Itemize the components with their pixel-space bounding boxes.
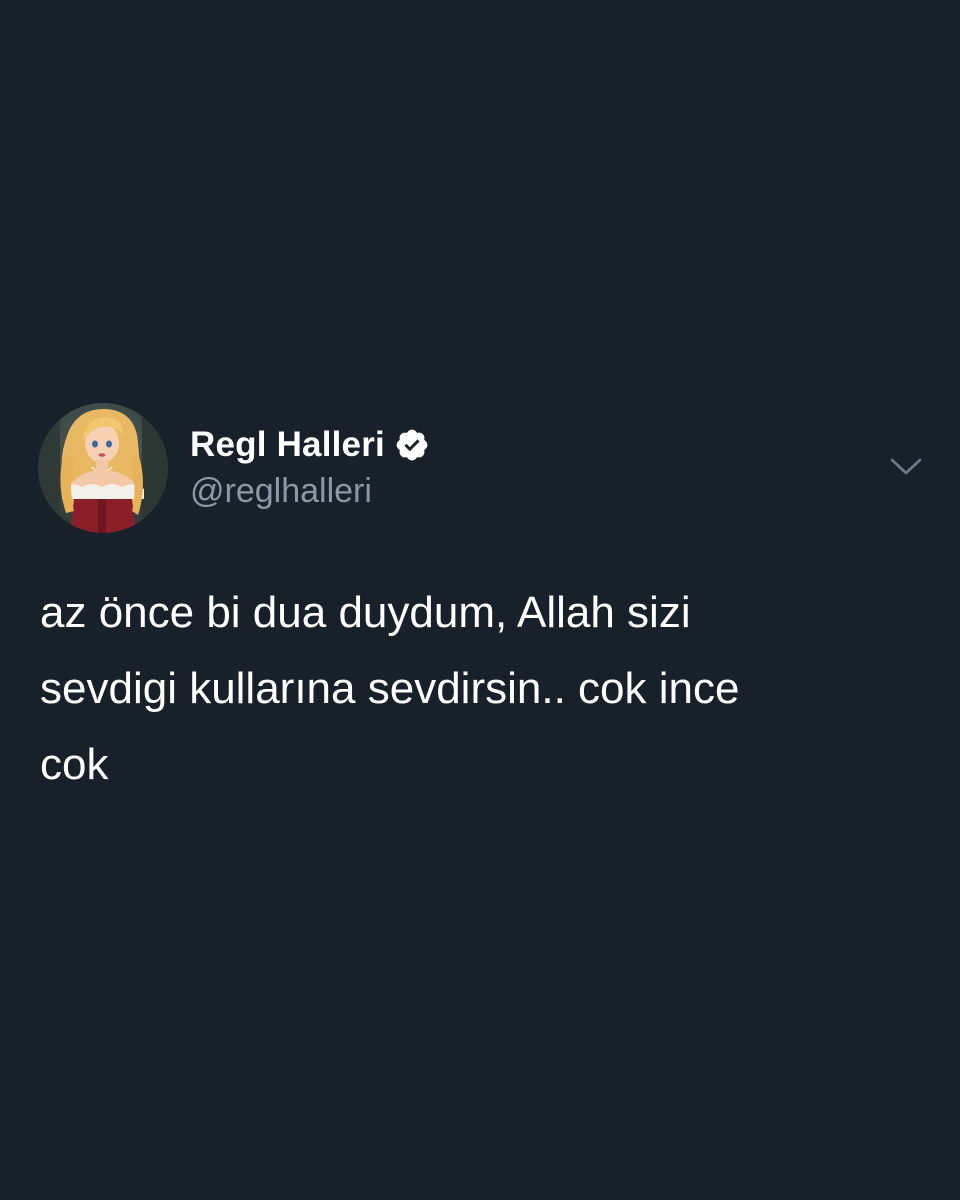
tweet-card: Regl Halleri @reglhalleri az önce bi dua… bbox=[0, 0, 960, 1200]
author-display-name[interactable]: Regl Halleri bbox=[190, 425, 385, 465]
avatar[interactable] bbox=[38, 403, 168, 533]
author-name-row[interactable]: Regl Halleri bbox=[190, 423, 430, 467]
chevron-down-icon bbox=[890, 458, 922, 475]
avatar-illustration-icon bbox=[38, 403, 168, 533]
verified-badge-icon bbox=[394, 427, 430, 463]
tweet-text: az önce bi dua duydum, Allah sizi sevdig… bbox=[40, 588, 740, 789]
tweet-menu-button[interactable] bbox=[888, 452, 924, 480]
author-handle[interactable]: @reglhalleri bbox=[190, 470, 372, 512]
